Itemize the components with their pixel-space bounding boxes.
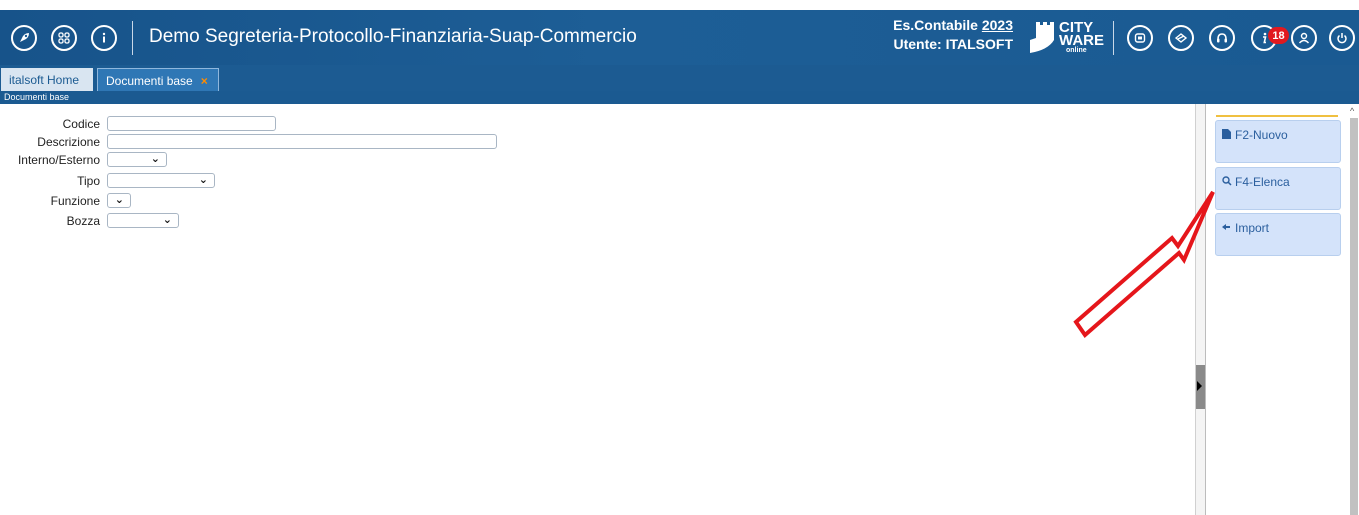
- top-header: Demo Segreteria-Protocollo-Finanziaria-S…: [0, 10, 1359, 65]
- tipo-select[interactable]: ⌄: [107, 173, 215, 188]
- app-title: Demo Segreteria-Protocollo-Finanziaria-S…: [149, 26, 637, 47]
- cityware-logo-mark: [1030, 22, 1054, 53]
- import-button[interactable]: Import: [1215, 213, 1341, 256]
- codice-input[interactable]: [107, 116, 276, 131]
- tipo-label: Tipo: [77, 174, 100, 188]
- chevron-down-icon: ⌄: [114, 194, 124, 206]
- info-menu-icon[interactable]: [91, 25, 117, 51]
- headset-icon[interactable]: [1209, 25, 1235, 51]
- header-separator: [1113, 21, 1114, 55]
- form-row-codice: Codice: [0, 116, 500, 134]
- user-icon[interactable]: [1291, 25, 1317, 51]
- annotation-arrow-icon: [1073, 190, 1215, 338]
- fiscal-year-block: Es.Contabile 2023 Utente: ITALSOFT: [873, 16, 1013, 54]
- descrizione-label: Descrizione: [37, 135, 100, 149]
- user-label: Utente: ITALSOFT: [893, 36, 1013, 52]
- breadcrumb: Documenti base: [4, 92, 70, 102]
- chevron-down-icon: ⌄: [162, 214, 172, 226]
- interno-esterno-label: Interno/Esterno: [17, 153, 100, 167]
- windows-icon[interactable]: [1127, 25, 1153, 51]
- tab-label: italsoft Home: [9, 73, 80, 87]
- logo-subtext: online: [1066, 47, 1087, 54]
- form-row-interno-esterno: Interno/Esterno ⌄: [0, 152, 500, 170]
- tab-documenti-base[interactable]: Documenti base ×: [97, 68, 219, 91]
- form-row-funzione: Funzione ⌄: [0, 193, 500, 211]
- bozza-select[interactable]: ⌄: [107, 213, 179, 228]
- breadcrumb-bar: Documenti base: [0, 91, 1359, 104]
- import-label: Import: [1235, 221, 1270, 235]
- document-icon: [1222, 129, 1231, 142]
- tab-bar: italsoft Home Documenti base ×: [0, 65, 1359, 91]
- apps-grid-icon[interactable]: [51, 25, 77, 51]
- chevron-down-icon: ⌄: [198, 174, 208, 186]
- panel-accent-line: [1216, 115, 1338, 117]
- actions-panel: [1207, 104, 1348, 515]
- power-icon[interactable]: [1329, 25, 1355, 51]
- f2-nuovo-button[interactable]: F2-Nuovo: [1215, 120, 1341, 163]
- codice-label: Codice: [62, 117, 100, 131]
- fiscal-year-link[interactable]: 2023: [982, 17, 1013, 33]
- logo-text: CITY WARE: [1059, 19, 1104, 49]
- fiscal-year-label: Es.Contabile: [893, 17, 978, 33]
- form-row-descrizione: Descrizione: [0, 134, 500, 152]
- f4-elenca-button[interactable]: F4-Elenca: [1215, 167, 1341, 210]
- form-row-tipo: Tipo ⌄: [0, 173, 500, 191]
- f2-nuovo-label: F2-Nuovo: [1235, 128, 1288, 142]
- chevron-down-icon: ⌄: [150, 153, 160, 165]
- layers-icon[interactable]: [1168, 25, 1194, 51]
- descrizione-input[interactable]: [107, 134, 497, 149]
- f4-elenca-label: F4-Elenca: [1235, 175, 1290, 189]
- tab-label: Documenti base: [106, 74, 193, 88]
- notifications-badge[interactable]: 18: [1268, 27, 1289, 44]
- tab-italsoft-home[interactable]: italsoft Home: [1, 68, 93, 91]
- scrollbar-thumb[interactable]: [1350, 118, 1358, 515]
- interno-esterno-select[interactable]: ⌄: [107, 152, 167, 167]
- header-separator: [132, 21, 133, 55]
- form-row-bozza: Bozza ⌄: [0, 213, 500, 231]
- cityware-logo: CITY WARE online: [1028, 18, 1116, 58]
- close-icon[interactable]: ×: [201, 74, 208, 88]
- bozza-label: Bozza: [66, 214, 100, 228]
- funzione-select[interactable]: ⌄: [107, 193, 131, 208]
- scroll-up-icon[interactable]: ^: [1350, 106, 1354, 116]
- collapse-arrow-icon[interactable]: [1197, 381, 1202, 391]
- funzione-label: Funzione: [50, 194, 100, 208]
- rocket-icon[interactable]: [11, 25, 37, 51]
